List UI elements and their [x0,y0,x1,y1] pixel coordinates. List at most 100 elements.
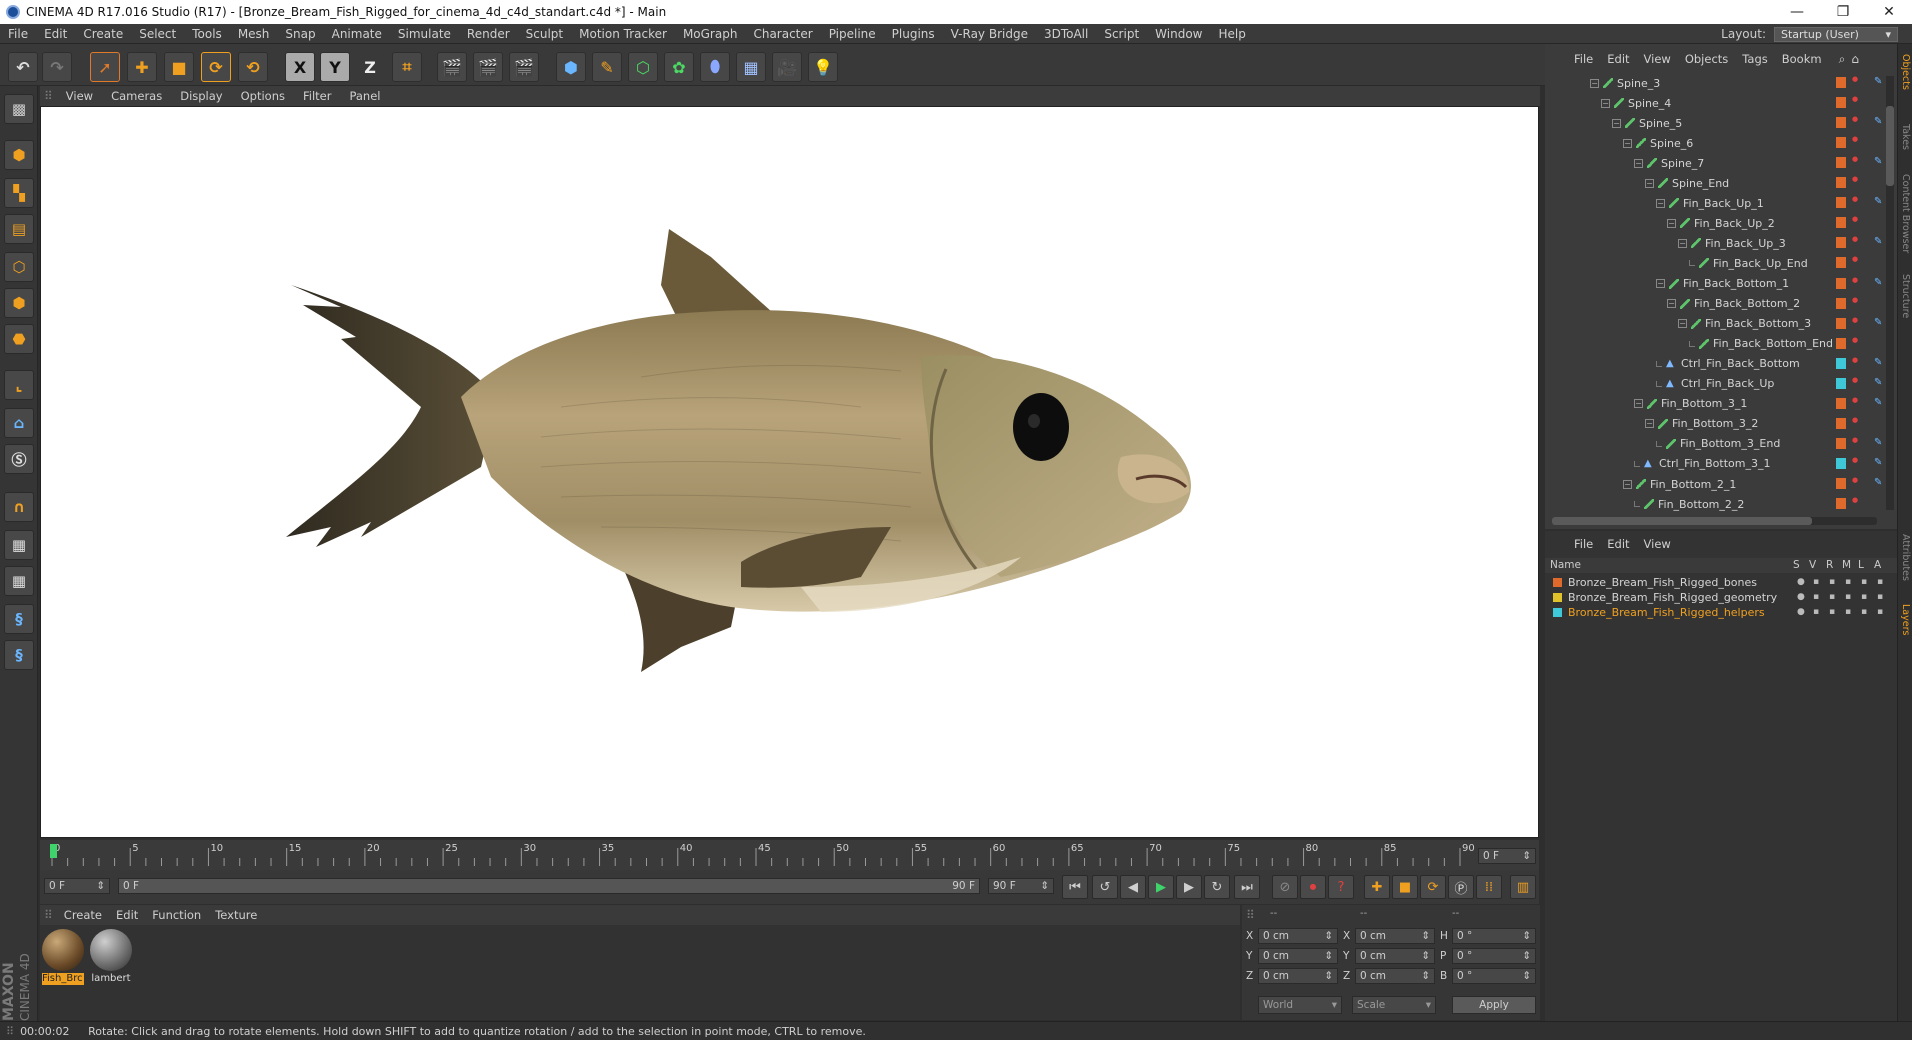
visibility-dots-icon[interactable]: ● [1852,296,1858,309]
viewport-menu-display[interactable]: Display [171,89,231,103]
ik-tag-icon[interactable]: ✎ [1874,156,1883,167]
object-tree-row[interactable]: − Spine_4 [1601,93,1671,113]
object-tree-row[interactable]: − Spine_6 [1623,133,1693,153]
coordinate-system-button[interactable]: ⌗ [392,52,422,82]
visibility-dots-icon[interactable]: ● [1852,116,1858,128]
collapse-icon[interactable]: − [1601,98,1610,108]
live-selection-button[interactable]: ➚ [90,52,120,82]
ik-tag-icon[interactable]: ✎ [1874,477,1883,488]
collapse-icon[interactable]: − [1645,178,1654,188]
make-editable-button[interactable]: ▩ [4,94,34,124]
points-mode-button[interactable]: ⬡ [4,252,34,282]
add-cube-button[interactable]: ⬢ [556,52,586,82]
object-tree-row[interactable]: − Fin_Back_Up_1 [1656,193,1764,213]
locked-workplane-button[interactable]: ▦ [4,530,34,560]
goto-start-button[interactable]: ⏮ [1062,875,1088,899]
size-mode-dropdown[interactable]: Scale ▾ [1352,996,1436,1014]
object-tree-row[interactable]: − Spine_7 [1634,153,1704,173]
add-floor-button[interactable]: ▦ [736,52,766,82]
undo-button[interactable]: ↶ [8,52,38,82]
layer-flag-toggle[interactable]: ▪ [1877,578,1886,587]
pos-z-field[interactable]: 0 cm ⇕ [1258,968,1338,984]
visibility-dots-icon[interactable]: ● [1852,356,1858,369]
add-subdivision-button[interactable]: ⬡ [628,52,658,82]
layer-tag-swatch[interactable] [1836,197,1846,209]
ik-tag-icon[interactable]: ✎ [1874,76,1883,87]
object-tree-row[interactable]: ▲ Ctrl_Fin_Back_Up [1656,374,1774,394]
apply-button[interactable]: Apply [1452,996,1536,1014]
layer-tag-swatch[interactable] [1836,277,1846,289]
object-name[interactable]: Fin_Bottom_2_2 [1658,498,1744,511]
edges-mode-button[interactable]: ⬢ [4,288,34,318]
layer-tag-swatch[interactable] [1836,177,1846,189]
object-name[interactable]: Fin_Bottom_3_End [1680,437,1780,450]
object-name[interactable]: Spine_7 [1661,157,1704,170]
object-name[interactable]: Ctrl_Fin_Back_Up [1681,377,1774,390]
layer-menu-view[interactable]: View [1637,537,1678,551]
key-scale-button[interactable]: ■ [1392,875,1418,899]
layer-tag-swatch[interactable] [1836,237,1846,249]
object-tree-row[interactable]: − Fin_Back_Up_2 [1667,213,1775,233]
layer-menu-edit[interactable]: Edit [1600,537,1636,551]
viewport-menu-panel[interactable]: Panel [340,89,389,103]
visibility-dots-icon[interactable]: ● [1852,416,1858,429]
layer-tag-swatch[interactable] [1836,157,1846,169]
layer-tag-swatch[interactable] [1836,498,1846,510]
snap-settings-button[interactable]: Ⓢ [4,444,34,474]
visibility-dots-icon[interactable]: ● [1852,497,1858,509]
layer-menu-file[interactable]: File [1567,537,1600,551]
ik-tag-icon[interactable]: ✎ [1874,196,1883,207]
layer-flag-toggle[interactable]: ▪ [1829,578,1838,587]
menu-motion-tracker[interactable]: Motion Tracker [571,27,675,41]
object-tree-row[interactable]: − Fin_Bottom_2_1 [1623,474,1736,494]
object-tree-row[interactable]: − Fin_Back_Up_3 [1678,233,1786,253]
menu-window[interactable]: Window [1147,27,1210,41]
object-name[interactable]: Spine_3 [1617,77,1660,90]
layer-flag-toggle[interactable]: ● [1797,578,1806,587]
object-tree-row[interactable]: − Spine_5 [1612,113,1682,133]
collapse-icon[interactable]: − [1678,319,1687,329]
object-menu-view[interactable]: View [1637,52,1678,66]
layer-tag-swatch[interactable] [1836,97,1846,109]
visibility-dots-icon[interactable]: ● [1852,456,1858,469]
rot-p-field[interactable]: 0 ° ⇕ [1452,948,1536,964]
material-swatch[interactable]: lambert [90,929,132,985]
menu-simulate[interactable]: Simulate [390,27,459,41]
collapse-icon[interactable]: − [1634,399,1643,409]
layer-row[interactable]: Bronze_Bream_Fish_Rigged_bones [1553,575,1757,590]
material-menu-edit[interactable]: Edit [109,908,145,922]
layer-tag-swatch[interactable] [1836,217,1846,229]
object-name[interactable]: Ctrl_Fin_Back_Bottom [1681,357,1800,370]
menu-mesh[interactable]: Mesh [230,27,278,41]
tab-content-browser[interactable]: Content Browser [1900,174,1911,253]
menu-character[interactable]: Character [745,27,820,41]
record-active-button[interactable]: ⊘ [1272,875,1298,899]
object-name[interactable]: Fin_Back_Up_End [1713,257,1808,270]
playhead-marker[interactable] [50,844,57,858]
object-tree-row[interactable]: Fin_Bottom_2_2 [1634,494,1744,514]
layer-flag-toggle[interactable]: ▪ [1813,578,1822,587]
visibility-dots-icon[interactable]: ● [1852,436,1858,449]
layer-tag-swatch[interactable] [1836,317,1846,329]
layer-flag-toggle[interactable]: ▪ [1845,578,1854,587]
key-position-button[interactable]: ✚ [1364,875,1390,899]
render-settings-button[interactable]: 🎬 [509,52,539,82]
layer-flag-toggle[interactable]: ▪ [1877,608,1886,617]
collapse-icon[interactable]: − [1667,299,1676,309]
vscroll-thumb[interactable] [1886,106,1894,186]
ik-tag-icon[interactable]: ✎ [1874,397,1883,408]
visibility-dots-icon[interactable]: ● [1852,316,1858,329]
end-frame-field[interactable]: 90 F ⇕ [988,878,1054,894]
minimize-button[interactable]: — [1774,0,1820,24]
object-name[interactable]: Fin_Bottom_3_1 [1661,397,1747,410]
object-tree-row[interactable]: − Fin_Bottom_3_1 [1634,394,1747,414]
ik-tag-icon[interactable]: ✎ [1874,457,1883,468]
rot-b-field[interactable]: 0 ° ⇕ [1452,968,1536,984]
layer-tag-swatch[interactable] [1836,397,1846,409]
size-x-field[interactable]: 0 cm ⇕ [1355,928,1435,944]
layer-tag-swatch[interactable] [1836,478,1846,489]
layer-tag-swatch[interactable] [1836,137,1846,149]
object-menu-file[interactable]: File [1567,52,1600,66]
object-tree-row[interactable]: − Fin_Back_Bottom_1 [1656,274,1789,294]
material-menu-function[interactable]: Function [145,908,208,922]
